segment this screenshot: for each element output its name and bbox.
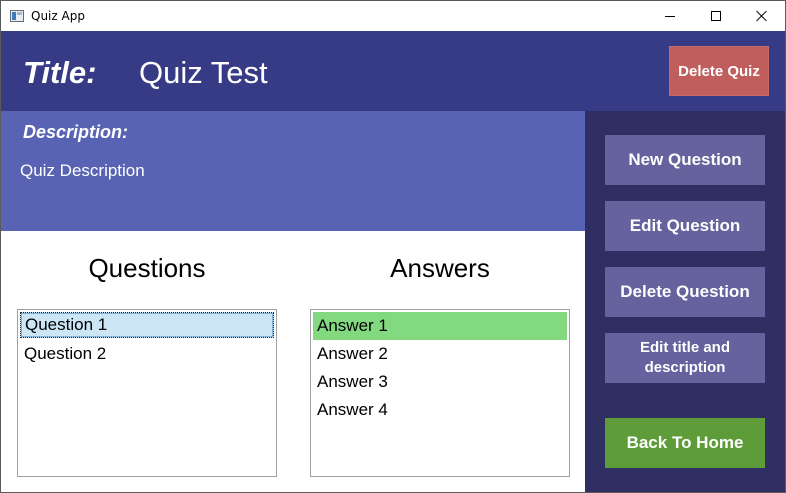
description-label: Description: [23,122,129,142]
edit-title-description-button[interactable]: Edit title and description [605,333,765,383]
new-question-button[interactable]: New Question [605,135,765,185]
description-panel: Description: Quiz Description [1,111,585,231]
minimize-button[interactable] [647,1,693,31]
close-button[interactable] [739,1,785,31]
answer-item-correct[interactable]: Answer 1 [313,312,567,340]
question-item[interactable]: Question 1 [20,312,274,338]
quiz-header: Title: Quiz Test Delete Quiz [1,31,785,111]
close-icon [756,10,768,22]
sidebar: New Question Edit Question Delete Questi… [585,111,785,492]
maximize-icon [711,11,721,21]
title-bar: Quiz App [1,1,785,31]
answers-list[interactable]: Answer 1 Answer 2 Answer 3 Answer 4 [310,309,570,477]
back-to-home-button[interactable]: Back To Home [605,418,765,468]
app-icon [10,10,24,22]
question-item[interactable]: Question 2 [20,340,274,368]
edit-question-button[interactable]: Edit Question [605,201,765,251]
delete-question-button[interactable]: Delete Question [605,267,765,317]
app-window: Quiz App Title: Quiz Test Delete Quiz De… [0,0,786,493]
delete-quiz-button[interactable]: Delete Quiz [669,46,769,96]
answer-item[interactable]: Answer 2 [313,340,567,368]
answer-item[interactable]: Answer 3 [313,368,567,396]
minimize-icon [665,15,675,17]
maximize-button[interactable] [693,1,739,31]
answer-item[interactable]: Answer 4 [313,396,567,424]
questions-list[interactable]: Question 1 Question 2 [17,309,277,477]
window-title: Quiz App [31,9,85,23]
answers-heading: Answers [390,253,490,283]
quiz-description: Quiz Description [20,161,145,180]
questions-heading: Questions [88,253,206,283]
quiz-title: Quiz Test [139,55,268,90]
title-label: Title: [23,55,97,90]
